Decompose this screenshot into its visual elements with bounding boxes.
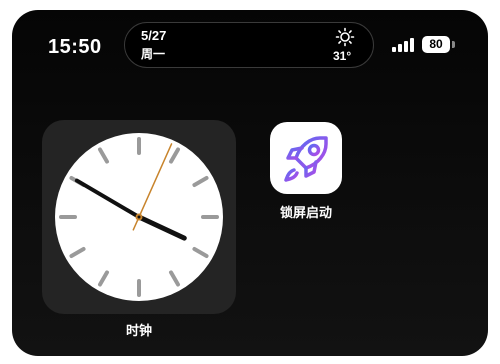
island-temperature: 31° bbox=[333, 49, 352, 63]
app-label: 锁屏启动 bbox=[279, 205, 332, 220]
battery-level: 80 bbox=[422, 36, 450, 53]
sun-icon bbox=[335, 27, 355, 47]
island-date: 5/27 bbox=[141, 28, 167, 43]
rocket-icon bbox=[284, 136, 328, 182]
battery-tip bbox=[452, 41, 455, 48]
status-time: 15:50 bbox=[48, 36, 102, 58]
cellular-signal-icon bbox=[392, 38, 414, 52]
phone-screen: 15:50 5/27 周一 31° 80 时钟 锁屏启动 bbox=[12, 10, 488, 356]
island-weekday: 周一 bbox=[141, 47, 166, 61]
clock-face bbox=[55, 133, 223, 301]
dynamic-island[interactable]: 5/27 周一 31° bbox=[124, 22, 374, 68]
app-icon-lockscreen-launcher[interactable] bbox=[270, 122, 342, 194]
clock-widget-label: 时钟 bbox=[125, 323, 152, 338]
clock-widget[interactable] bbox=[42, 120, 236, 314]
battery-icon: 80 bbox=[422, 36, 456, 53]
